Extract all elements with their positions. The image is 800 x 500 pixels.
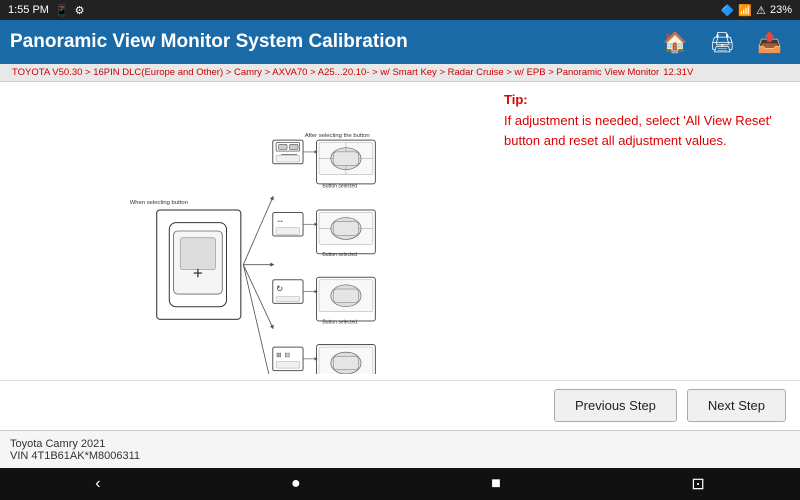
next-step-button[interactable]: Next Step <box>687 389 786 422</box>
page-title: Panoramic View Monitor System Calibratio… <box>10 31 655 53</box>
bottom-nav-bar: ‹ ● ■ ⊡ <box>0 468 800 500</box>
tablet-icon: 📱 <box>55 4 69 17</box>
nav-buttons-area: Previous Step Next Step <box>0 380 800 430</box>
home-nav-button[interactable]: ● <box>271 471 321 497</box>
tip-label: Tip: <box>504 92 786 107</box>
back-button[interactable]: ‹ <box>75 471 120 497</box>
svg-text:↔: ↔ <box>276 215 284 225</box>
svg-text:⊟: ⊟ <box>285 352 291 359</box>
tip-area: Tip: If adjustment is needed, select 'Al… <box>490 82 800 380</box>
svg-text:↻: ↻ <box>276 284 283 294</box>
diagram-area: When selecting button After selecting <box>0 82 490 380</box>
svg-text:Button selected: Button selected <box>322 320 357 326</box>
svg-text:When selecting button: When selecting button <box>130 200 188 206</box>
home-button[interactable]: 🏠 <box>655 26 696 59</box>
voltage-display: 12.31V <box>663 67 693 78</box>
status-bar: 1:55 PM 📱 ⚙ 🔷 📶 ⚠ 23% <box>0 0 800 20</box>
export-button[interactable]: 📤 <box>749 26 790 59</box>
tip-text: If adjustment is needed, select 'All Vie… <box>504 111 786 150</box>
vehicle-vin: VIN 4T1B61AK*M8006311 <box>10 450 790 462</box>
svg-text:After selecting the button: After selecting the button <box>305 133 370 139</box>
wifi-icon: 📶 <box>738 4 752 17</box>
settings-icon: ⚙ <box>75 4 85 17</box>
header: Panoramic View Monitor System Calibratio… <box>0 20 800 64</box>
battery-warning-icon: ⚠ <box>756 4 766 17</box>
svg-text:Button selected: Button selected <box>322 252 357 258</box>
footer: Toyota Camry 2021 VIN 4T1B61AK*M8006311 <box>0 430 800 468</box>
svg-text:Button selected: Button selected <box>322 183 357 189</box>
svg-text:⊞: ⊞ <box>276 352 282 359</box>
print-button[interactable]: 🖨 <box>702 26 743 59</box>
previous-step-button[interactable]: Previous Step <box>554 389 677 422</box>
menu-button[interactable]: ■ <box>471 471 521 497</box>
vehicle-model: Toyota Camry 2021 <box>10 438 790 450</box>
recent-apps-button[interactable]: ⊡ <box>671 470 724 498</box>
calibration-diagram: When selecting button After selecting <box>10 88 480 374</box>
bluetooth-icon: 🔷 <box>721 4 735 17</box>
battery-level: 23% <box>770 4 792 16</box>
time: 1:55 PM <box>8 4 49 16</box>
breadcrumb: TOYOTA V50.30 > 16PIN DLC(Europe and Oth… <box>0 64 800 82</box>
